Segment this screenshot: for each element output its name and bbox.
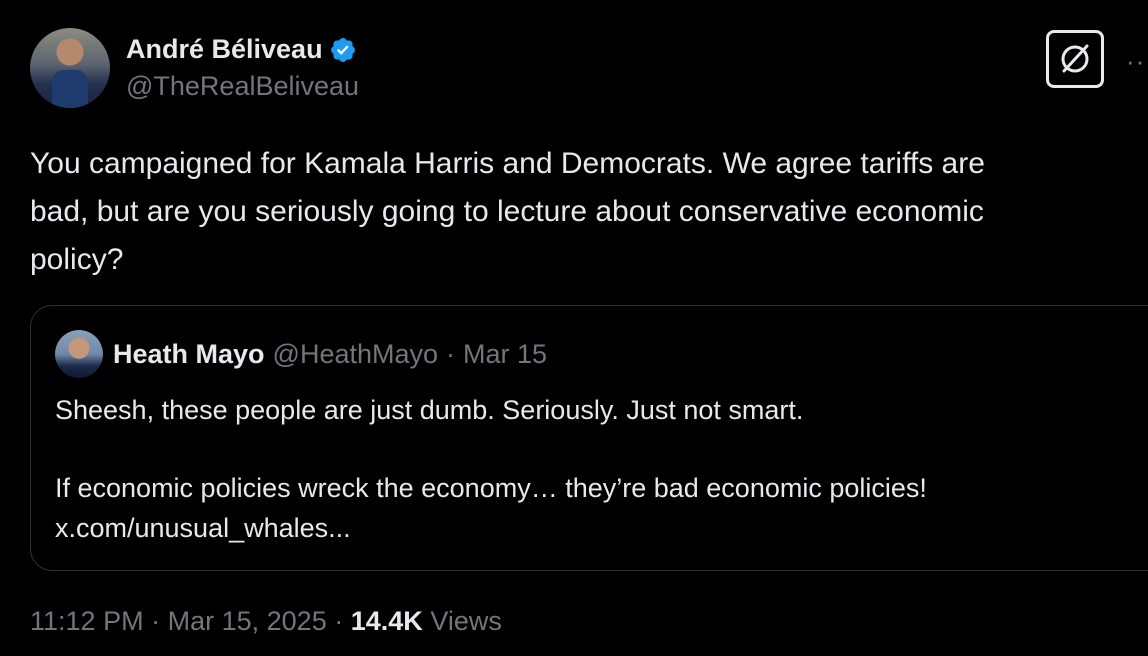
quoted-tweet-header: Heath Mayo @HeathMayo · Mar 15: [55, 330, 547, 378]
tweet-time[interactable]: 11:12 PM: [30, 606, 144, 636]
quoted-text-line: If economic policies wreck the economy… …: [55, 473, 927, 503]
tweet-text-line: policy?: [30, 243, 124, 276]
quoted-tweet-body: Sheesh, these people are just dumb. Seri…: [55, 390, 927, 548]
views-label: Views: [430, 606, 502, 636]
quoted-text-line: Sheesh, these people are just dumb. Seri…: [55, 395, 804, 425]
quoted-author-handle: @HeathMayo: [272, 338, 439, 369]
tweet-text-line: You campaigned for Kamala Harris and Dem…: [30, 147, 985, 180]
verified-badge-icon: [330, 37, 355, 62]
more-icon[interactable]: ··: [1126, 46, 1145, 77]
tweet-header: André Béliveau @TheRealBeliveau: [30, 28, 359, 108]
separator-dot: ·: [446, 338, 456, 369]
quoted-tweet[interactable]: Heath Mayo @HeathMayo · Mar 15 Sheesh, t…: [30, 305, 1148, 571]
quoted-author-name: Heath Mayo: [113, 338, 265, 369]
quoted-tweet-date: Mar 15: [463, 338, 548, 369]
views-count: 14.4K: [350, 606, 423, 636]
tweet-date[interactable]: Mar 15, 2025: [168, 606, 327, 636]
author-names: André Béliveau @TheRealBeliveau: [126, 34, 359, 102]
author-name-row: André Béliveau: [126, 34, 359, 65]
quoted-link[interactable]: x.com/unusual_whales...: [55, 508, 927, 548]
tweet-text: You campaigned for Kamala Harris and Dem…: [30, 140, 1145, 284]
author-handle[interactable]: @TheRealBeliveau: [126, 71, 359, 102]
tweet-text-line: bad, but are you seriously going to lect…: [30, 195, 984, 228]
grok-button[interactable]: [1046, 30, 1104, 88]
quoted-author-avatar: [55, 330, 103, 378]
author-avatar[interactable]: [30, 28, 110, 108]
tweet-meta: 11:12 PM · Mar 15, 2025 · 14.4K Views: [30, 606, 502, 637]
author-display-name[interactable]: André Béliveau: [126, 34, 323, 65]
grok-icon: [1061, 44, 1089, 73]
separator-dot: ·: [151, 606, 161, 636]
separator-dot: ·: [334, 606, 344, 636]
